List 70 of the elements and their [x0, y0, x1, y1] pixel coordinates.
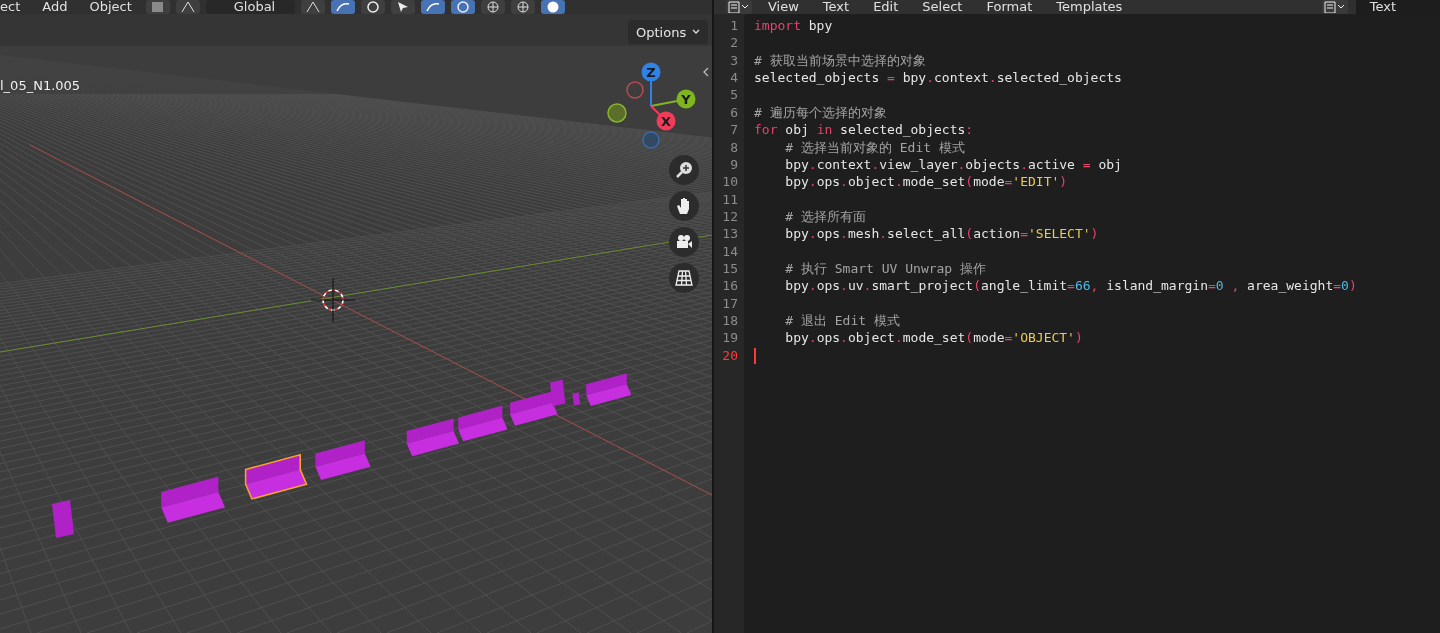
- axis-handle[interactable]: X: [656, 111, 676, 131]
- code-line: # 执行 Smart UV Unwrap 操作: [784, 260, 986, 278]
- menu-item[interactable]: Add: [34, 0, 76, 14]
- negative-axis-icon: [642, 131, 660, 149]
- chevron-icon[interactable]: [703, 67, 709, 77]
- negative-axis-icon: [626, 81, 644, 99]
- code-line: for obj in selected_objects:: [754, 121, 974, 139]
- code-line: bpy.ops.object.mode_set(mode='OBJECT'): [784, 329, 1083, 347]
- menu-item[interactable]: Object: [81, 0, 140, 14]
- menu-item[interactable]: Text: [814, 0, 858, 14]
- transform-icon[interactable]: [175, 0, 200, 14]
- code-line: # 遍历每个选择的对象: [754, 103, 887, 122]
- axis-handle[interactable]: Y: [676, 89, 696, 109]
- line-number: 1: [729, 17, 739, 35]
- select-icon[interactable]: [391, 0, 416, 14]
- code-line: bpy.ops.mesh.select_all(action='SELECT'): [784, 225, 1099, 243]
- line-number: 9: [729, 155, 739, 174]
- text-cursor: [754, 347, 756, 364]
- line-number: 7: [729, 121, 739, 139]
- pivot-icon[interactable]: [301, 0, 326, 14]
- code-line: # 选择当前对象的 Edit 模式: [784, 138, 965, 156]
- line-number: 12: [721, 207, 739, 226]
- line-number: 16: [721, 277, 739, 295]
- code-line: bpy.ops.uv.smart_project(angle_limit=66, island_margin=0 , area_weight=0): [784, 277, 1357, 295]
- 3d-cursor-icon: [310, 277, 356, 323]
- code-line: import bpy: [754, 17, 833, 35]
- snap-icon[interactable]: [331, 0, 356, 14]
- line-number: 4: [729, 69, 739, 87]
- code-line: bpy.ops.object.mode_set(mode='EDIT'): [784, 173, 1068, 191]
- gizmo-icon[interactable]: [421, 0, 446, 14]
- line-number: 15: [721, 260, 739, 278]
- line-number: 10: [721, 173, 739, 191]
- line-number: 3: [729, 51, 739, 70]
- axis-handle[interactable]: Z: [641, 62, 661, 82]
- editor-type-icon[interactable]: [726, 0, 752, 14]
- line-number: 13: [721, 225, 739, 243]
- code-line: # 退出 Edit 模式: [784, 312, 900, 330]
- negative-axis-icon: [607, 103, 627, 123]
- menu-item[interactable]: Templates: [1048, 0, 1131, 14]
- text-datablock-icon[interactable]: [1321, 0, 1348, 14]
- menu-item[interactable]: Edit: [865, 0, 907, 14]
- line-number: 14: [721, 242, 739, 261]
- line-number: 18: [721, 312, 739, 330]
- line-number: 8: [729, 138, 739, 156]
- code-line: bpy.context.view_layer.objects.active = obj: [784, 155, 1122, 174]
- line-number: 5: [729, 86, 739, 104]
- wire-icon[interactable]: [511, 0, 536, 14]
- code-line: selected_objects = bpy.context.selected_objects: [754, 69, 1122, 87]
- line-number: 11: [721, 190, 739, 208]
- checker-icon[interactable]: [145, 0, 170, 14]
- text-name-field[interactable]: Text: [1355, 0, 1440, 14]
- code-line: # 获取当前场景中选择的对象: [754, 51, 926, 70]
- menu-item[interactable]: Format: [978, 0, 1041, 14]
- line-number: 17: [721, 294, 739, 313]
- code-line: # 选择所有面: [784, 207, 866, 226]
- line-number: 2: [729, 34, 739, 52]
- caret-icon: [692, 29, 701, 35]
- options-dropdown[interactable]: Options: [628, 20, 709, 44]
- line-number: 19: [721, 329, 739, 347]
- menu-item[interactable]: Select: [914, 0, 971, 14]
- menu-item[interactable]: ect: [0, 0, 29, 14]
- proportional-icon[interactable]: [361, 0, 386, 14]
- overlay-icon[interactable]: [451, 0, 476, 14]
- line-number: 6: [729, 103, 739, 122]
- xray-icon[interactable]: [481, 0, 506, 14]
- menu-item[interactable]: View: [760, 0, 807, 14]
- object-name: l_05_N1.005: [0, 78, 81, 93]
- solid-icon[interactable]: [541, 0, 566, 14]
- line-number: 20: [721, 346, 739, 365]
- orientation-dropdown[interactable]: Global: [205, 0, 296, 14]
